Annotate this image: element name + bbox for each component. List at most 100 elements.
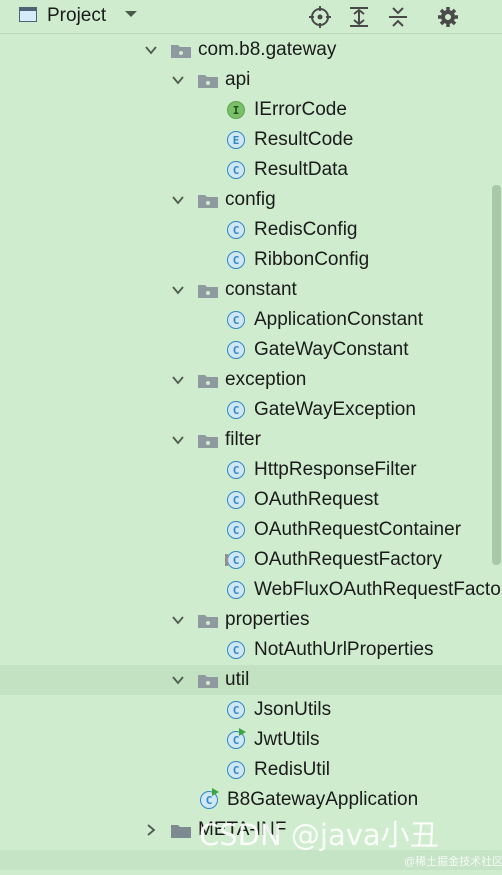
tree-row[interactable]: C HttpResponseFilter <box>0 455 502 485</box>
watermark-text: CSDN @java小丑 <box>199 818 439 852</box>
tree-row[interactable]: C NotAuthUrlProperties <box>0 635 502 665</box>
tree-row[interactable]: properties <box>0 605 502 635</box>
tree-item-label: util <box>225 669 250 690</box>
tree-row[interactable]: C OAuthRequestContainer <box>0 515 502 545</box>
project-tree: com.b8.gateway api I IErrorCode E ResultCode C… <box>0 35 502 870</box>
tree-item-label: GateWayConstant <box>254 339 409 360</box>
project-window-icon <box>19 7 37 22</box>
tree-item-label: OAuthRequestContainer <box>254 519 462 540</box>
class-icon: C <box>227 641 245 659</box>
class-icon: C <box>227 521 245 539</box>
watermark-subtext: @稀土掘金技术社区 <box>404 856 502 868</box>
vertical-scrollbar[interactable] <box>492 185 501 565</box>
tree-item-label: filter <box>225 429 261 450</box>
tree-item-label: com.b8.gateway <box>198 39 337 60</box>
expand-all-icon[interactable] <box>347 5 371 29</box>
tree-item-label: exception <box>225 369 307 390</box>
tree-item-label: ApplicationConstant <box>254 309 423 330</box>
interface-icon: I <box>227 101 245 119</box>
package-folder-icon <box>198 285 218 298</box>
tree-row[interactable]: C WebFluxOAuthRequestFacto <box>0 575 502 605</box>
package-folder-icon <box>198 675 218 688</box>
tree-row[interactable]: C JwtUtils <box>0 725 502 755</box>
tree-item-label: OAuthRequest <box>254 489 379 510</box>
enum-icon: E <box>227 131 245 149</box>
tree-row[interactable]: constant <box>0 275 502 305</box>
tree-item-label: JsonUtils <box>254 699 332 720</box>
class-icon: C <box>227 401 245 419</box>
tree-row[interactable]: C RedisConfig <box>0 215 502 245</box>
tree-row[interactable]: C RedisUtil <box>0 755 502 785</box>
tree-item-label: B8GatewayApplication <box>227 789 419 810</box>
chevron-down-icon[interactable] <box>172 194 184 206</box>
class-icon: C <box>227 701 245 719</box>
tree-row[interactable]: C ApplicationConstant <box>0 305 502 335</box>
class-icon: C <box>227 341 245 359</box>
tree-row[interactable]: C OAuthRequestFactory <box>0 545 502 575</box>
tree-row[interactable]: C OAuthRequest <box>0 485 502 515</box>
chevron-down-icon[interactable] <box>172 674 184 686</box>
tree-item-label: api <box>225 69 251 90</box>
tree-item-label: RedisConfig <box>254 219 358 240</box>
tree-row[interactable]: C GateWayException <box>0 395 502 425</box>
collapse-all-icon[interactable] <box>386 5 410 29</box>
tree-row[interactable]: C B8GatewayApplication <box>0 785 502 815</box>
class-icon: C <box>227 581 245 599</box>
tree-item-label: RedisUtil <box>254 759 331 780</box>
tree-item-label: WebFluxOAuthRequestFacto <box>254 579 501 600</box>
chevron-down-icon[interactable] <box>172 284 184 296</box>
run-badge-icon <box>212 788 219 796</box>
abstract-marker-icon <box>225 554 228 566</box>
package-folder-icon <box>198 75 218 88</box>
tree-item-label: NotAuthUrlProperties <box>254 639 434 660</box>
project-title[interactable]: Project <box>47 5 106 27</box>
tree-row[interactable]: util <box>0 665 502 695</box>
tree-row[interactable]: com.b8.gateway <box>0 35 502 65</box>
tree-item-label: properties <box>225 609 310 630</box>
tree-item-label: config <box>225 189 276 210</box>
tree-row[interactable]: C ResultData <box>0 155 502 185</box>
tree-row[interactable]: C GateWayConstant <box>0 335 502 365</box>
tree-item-label: ResultCode <box>254 129 354 150</box>
tree-row[interactable]: C JsonUtils <box>0 695 502 725</box>
gear-icon[interactable] <box>436 5 460 29</box>
project-toolbar: Project <box>0 0 502 34</box>
tree-row[interactable]: exception <box>0 365 502 395</box>
package-folder-icon <box>198 435 218 448</box>
chevron-down-icon[interactable] <box>172 374 184 386</box>
chevron-down-icon[interactable] <box>172 434 184 446</box>
class-icon: C <box>227 161 245 179</box>
class-icon: C <box>227 491 245 509</box>
abstract-class-icon: C <box>227 551 245 569</box>
class-icon: C <box>227 461 245 479</box>
class-icon: C <box>227 251 245 269</box>
tree-row[interactable]: config <box>0 185 502 215</box>
tree-item-label: RibbonConfig <box>254 249 370 270</box>
chevron-down-icon[interactable] <box>172 74 184 86</box>
chevron-right-icon[interactable] <box>145 824 157 836</box>
chevron-down-icon[interactable] <box>172 614 184 626</box>
chevron-down-icon[interactable] <box>145 44 157 56</box>
package-folder-icon <box>198 615 218 628</box>
chevron-down-icon[interactable] <box>124 9 138 19</box>
folder-icon <box>171 825 191 838</box>
tree-item-label: constant <box>225 279 297 300</box>
tree-row[interactable]: api <box>0 65 502 95</box>
tree-item-label: JwtUtils <box>254 729 320 750</box>
tree-item-label: IErrorCode <box>254 99 347 120</box>
class-icon: C <box>227 761 245 779</box>
tree-item-label: OAuthRequestFactory <box>254 549 442 570</box>
run-badge-icon <box>239 728 246 736</box>
class-icon: C <box>227 221 245 239</box>
class-icon: C <box>227 311 245 329</box>
tree-item-label: ResultData <box>254 159 348 180</box>
package-folder-icon <box>198 195 218 208</box>
tree-item-label: GateWayException <box>254 399 416 420</box>
package-folder-icon <box>171 45 191 58</box>
tree-row[interactable]: E ResultCode <box>0 125 502 155</box>
package-folder-icon <box>198 375 218 388</box>
locate-icon[interactable] <box>308 5 332 29</box>
tree-row[interactable]: filter <box>0 425 502 455</box>
tree-row[interactable]: I IErrorCode <box>0 95 502 125</box>
tree-row[interactable]: C RibbonConfig <box>0 245 502 275</box>
